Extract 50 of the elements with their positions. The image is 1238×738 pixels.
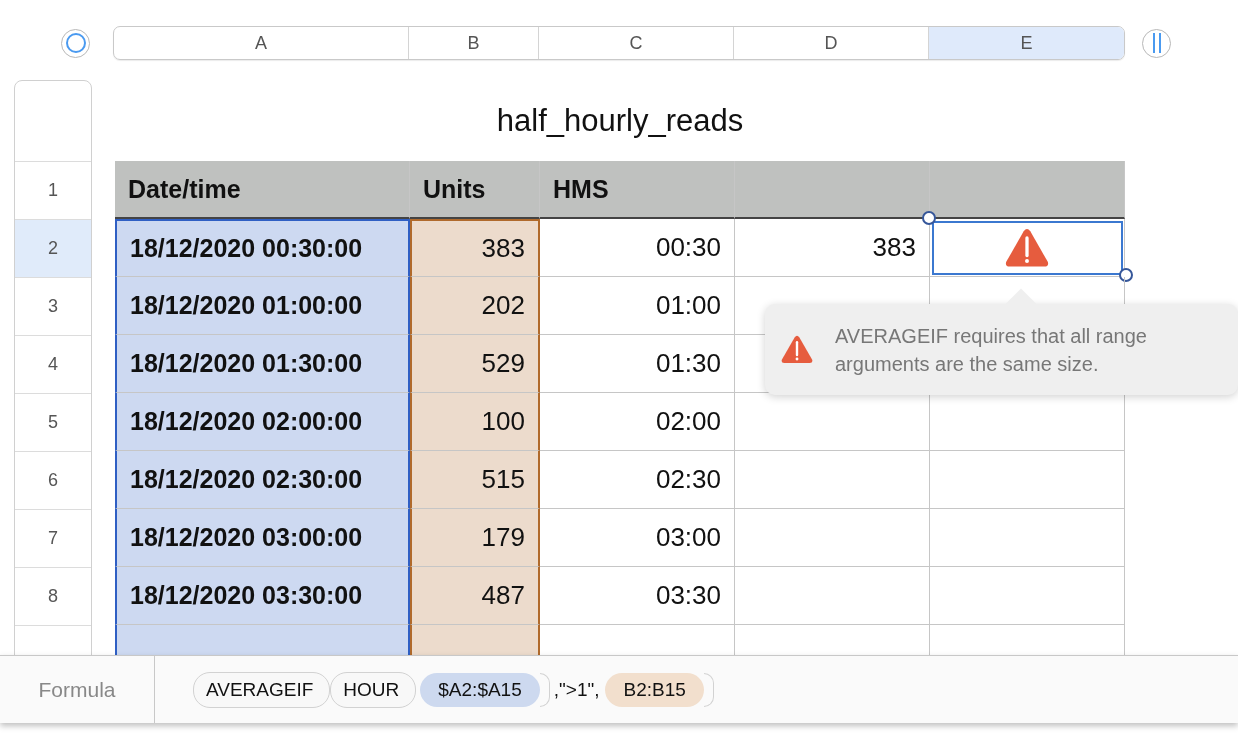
- table-cell: 18/12/2020 00:30:00: [115, 219, 410, 277]
- formula-text: ,">1",: [553, 678, 600, 701]
- table-cell: 18/12/2020 01:30:00: [115, 335, 410, 393]
- column-header[interactable]: A: [114, 27, 409, 59]
- column-heading: HMS: [540, 161, 735, 219]
- table-cell: 179: [410, 509, 540, 567]
- table-cell: 487: [410, 567, 540, 625]
- column-heading: Date/time: [115, 161, 410, 219]
- formula-label: Formula: [0, 656, 155, 723]
- table-cell: 515: [410, 451, 540, 509]
- table-cell: 01:00: [540, 277, 735, 335]
- table-cell: 03:00: [540, 509, 735, 567]
- table-cell: 01:30: [540, 335, 735, 393]
- table-cell: 18/12/2020 03:30:00: [115, 567, 410, 625]
- row-number[interactable]: 7: [15, 510, 91, 568]
- function-token[interactable]: AVERAGEIF: [193, 671, 331, 708]
- warning-icon: [1005, 227, 1049, 268]
- table-cell: 18/12/2020 02:00:00: [115, 393, 410, 451]
- table-cell: 18/12/2020 01:00:00: [115, 277, 410, 335]
- table-cell: 02:30: [540, 451, 735, 509]
- row-number[interactable]: 5: [15, 394, 91, 452]
- table-cell: 18/12/2020 02:30:00: [115, 451, 410, 509]
- range-token[interactable]: $A2:$A15: [420, 672, 540, 707]
- column-header[interactable]: B: [409, 27, 539, 59]
- table-cell: 202: [410, 277, 540, 335]
- table-cell: 02:00: [540, 393, 735, 451]
- error-message: AVERAGEIF requires that all range arguments are the same size.: [835, 323, 1148, 377]
- column-header[interactable]: E: [929, 27, 1124, 59]
- table-cell: 18/12/2020 03:00:00: [115, 509, 410, 567]
- table-cell: 383: [410, 219, 540, 277]
- circle-icon: [64, 32, 87, 54]
- table-cell: 00:30: [540, 219, 735, 277]
- function-token[interactable]: HOUR: [330, 671, 417, 708]
- table-cell: 529: [410, 335, 540, 393]
- row-number[interactable]: 2: [15, 220, 91, 278]
- selection-handle[interactable]: [922, 211, 936, 225]
- column-header[interactable]: C: [539, 27, 734, 59]
- selection-handle[interactable]: [1119, 268, 1133, 282]
- column-heading: Units: [410, 161, 540, 219]
- table-cell: 03:30: [540, 567, 735, 625]
- row-number[interactable]: 4: [15, 336, 91, 394]
- select-all-button[interactable]: [61, 28, 90, 58]
- table-cell: 100: [410, 393, 540, 451]
- warning-icon: [781, 335, 813, 364]
- row-number[interactable]: 3: [15, 278, 91, 336]
- freeze-button[interactable]: [1142, 28, 1171, 58]
- row-number[interactable]: 6: [15, 452, 91, 510]
- range-token[interactable]: B2:B15: [605, 672, 704, 707]
- row-number[interactable]: 8: [15, 568, 91, 626]
- table-title: half_hourly_reads: [495, 101, 745, 140]
